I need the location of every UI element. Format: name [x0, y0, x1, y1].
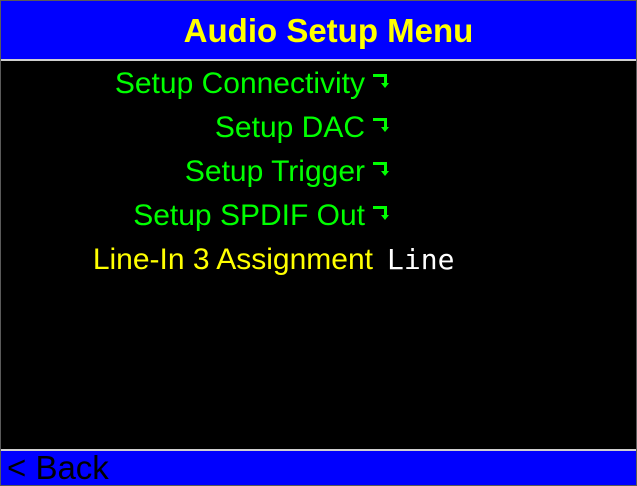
menu-item-setup-connectivity[interactable]: Setup Connectivity	[1, 61, 389, 107]
back-bar[interactable]: < Back	[1, 449, 636, 485]
menu-item-label: Setup Trigger	[184, 155, 365, 188]
back-button[interactable]: < Back	[7, 451, 109, 485]
menu-item-setup-spdif-out[interactable]: Setup SPDIF Out	[1, 193, 389, 239]
submenu-arrow-icon	[372, 158, 389, 178]
submenu-arrow-icon	[372, 70, 389, 90]
selected-item-label: Line-In 3 Assignment	[92, 243, 373, 276]
submenu-arrow-icon	[372, 202, 389, 222]
audio-setup-screen: Audio Setup Menu Setup Connectivity Setu…	[0, 0, 637, 486]
line-in-3-assignment-value[interactable]: Line	[387, 237, 454, 283]
menu-item-setup-trigger[interactable]: Setup Trigger	[1, 149, 389, 195]
menu-title: Audio Setup Menu	[183, 11, 474, 49]
menu-item-label: Setup SPDIF Out	[133, 199, 365, 232]
menu-item-label: Setup Connectivity	[114, 67, 365, 100]
menu-item-line-in-3-assignment[interactable]: Line-In 3 Assignment	[1, 237, 373, 283]
menu-item-setup-dac[interactable]: Setup DAC	[1, 105, 389, 151]
submenu-arrow-icon	[372, 114, 389, 134]
menu-item-label: Setup DAC	[214, 111, 365, 144]
title-bar: Audio Setup Menu	[1, 1, 636, 61]
